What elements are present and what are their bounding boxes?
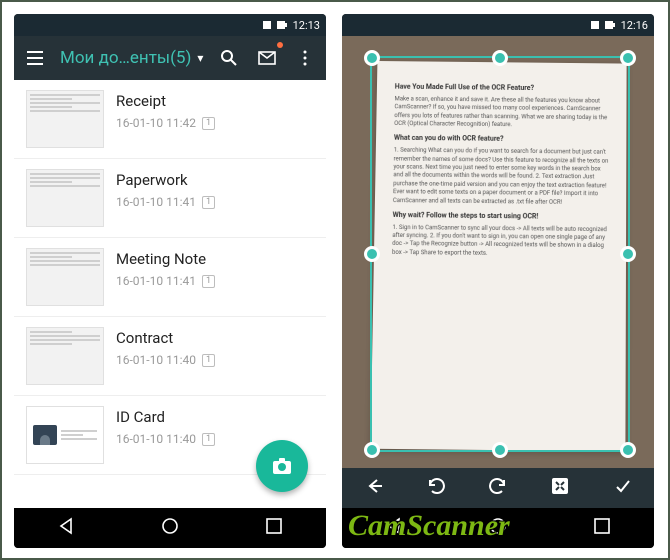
- doc-date: 16-01-10 11:41: [116, 195, 196, 209]
- recents-button[interactable]: [593, 517, 611, 539]
- doc-title: Meeting Note: [116, 250, 314, 268]
- rotate-ccw-icon: [426, 476, 446, 496]
- hamburger-icon: [25, 48, 45, 68]
- status-bar: 12:16: [342, 14, 654, 36]
- rotate-cw-icon: [488, 476, 508, 496]
- back-button[interactable]: [385, 517, 403, 539]
- doc-meta: 16-01-10 11:41 1: [116, 274, 314, 288]
- battery-icon: [277, 19, 289, 31]
- doc-thumbnail: [26, 406, 104, 464]
- envelope-icon: [257, 48, 277, 68]
- doc-meta: 16-01-10 11:40 1: [116, 353, 314, 367]
- phone-crop: 12:16 Have You Made Full Use of the OCR …: [342, 14, 654, 548]
- overflow-button[interactable]: [288, 41, 322, 75]
- status-bar: 12:13: [14, 14, 326, 36]
- home-button[interactable]: [489, 517, 507, 539]
- back-button[interactable]: [363, 476, 383, 500]
- rotate-left-button[interactable]: [426, 476, 446, 500]
- doc-title: Contract: [116, 329, 314, 347]
- scanned-page: Have You Made Full Use of the OCR Featur…: [371, 61, 627, 451]
- list-item[interactable]: Receipt 16-01-10 11:42 1: [14, 80, 326, 159]
- phone-doclist: 12:13 Мои до…енты(5) ▾: [14, 14, 326, 548]
- status-icon: [261, 19, 273, 31]
- page-count-badge: 1: [202, 275, 215, 288]
- back-button[interactable]: [57, 517, 75, 539]
- android-nav-bar: [342, 508, 654, 548]
- list-item[interactable]: Paperwork 16-01-10 11:41 1: [14, 159, 326, 238]
- paper-text: 1. Sign in to CamScanner to sync all you…: [392, 224, 608, 260]
- page-count-badge: 1: [202, 196, 215, 209]
- camera-fab[interactable]: [256, 440, 308, 492]
- menu-button[interactable]: [18, 41, 52, 75]
- crop-toolbar: [342, 468, 654, 508]
- battery-icon: [605, 19, 617, 31]
- paper-heading: Why wait? Follow the steps to start usin…: [393, 211, 609, 223]
- paper-text: Make a scan, enhance it and save it. Are…: [394, 95, 609, 130]
- doc-title: Paperwork: [116, 171, 314, 189]
- search-button[interactable]: [212, 41, 246, 75]
- expand-icon: [550, 476, 570, 496]
- square-recents-icon: [265, 517, 283, 535]
- paper-text: 1. Searching What can you do if you want…: [393, 147, 609, 207]
- doc-meta: 16-01-10 11:42 1: [116, 116, 314, 130]
- page-count-badge: 1: [202, 354, 215, 367]
- list-item[interactable]: Contract 16-01-10 11:40 1: [14, 317, 326, 396]
- page-count-badge: 1: [202, 117, 215, 130]
- doc-title: Receipt: [116, 92, 314, 110]
- dropdown-caret-icon[interactable]: ▾: [197, 51, 203, 65]
- search-icon: [219, 48, 239, 68]
- doc-thumbnail: [26, 327, 104, 385]
- app-bar: Мои до…енты(5) ▾: [14, 36, 326, 80]
- home-button[interactable]: [161, 517, 179, 539]
- confirm-button[interactable]: [613, 476, 633, 500]
- notification-dot-icon: [277, 42, 283, 48]
- doc-thumbnail: [26, 169, 104, 227]
- status-time: 12:13: [293, 19, 320, 32]
- arrow-left-icon: [363, 476, 383, 496]
- paper-heading: What can you do with OCR feature?: [394, 134, 609, 146]
- android-nav-bar: [14, 508, 326, 548]
- square-recents-icon: [593, 517, 611, 535]
- circle-home-icon: [161, 517, 179, 535]
- page-count-badge: 1: [202, 433, 215, 446]
- doc-date: 16-01-10 11:41: [116, 274, 196, 288]
- doc-date: 16-01-10 11:40: [116, 432, 196, 446]
- doc-meta: 16-01-10 11:41 1: [116, 195, 314, 209]
- recents-button[interactable]: [265, 517, 283, 539]
- list-item[interactable]: Meeting Note 16-01-10 11:41 1: [14, 238, 326, 317]
- doc-thumbnail: [26, 90, 104, 148]
- folder-title[interactable]: Мои до…енты(5): [60, 48, 191, 68]
- doc-date: 16-01-10 11:42: [116, 116, 196, 130]
- crop-viewport[interactable]: Have You Made Full Use of the OCR Featur…: [342, 36, 654, 468]
- camera-icon: [270, 454, 294, 478]
- more-vert-icon: [295, 48, 315, 68]
- doc-date: 16-01-10 11:40: [116, 353, 196, 367]
- doc-title: ID Card: [116, 408, 314, 426]
- circle-home-icon: [489, 517, 507, 535]
- check-icon: [613, 476, 633, 496]
- expand-button[interactable]: [550, 476, 570, 500]
- rotate-right-button[interactable]: [488, 476, 508, 500]
- doc-thumbnail: [26, 248, 104, 306]
- status-time: 12:16: [621, 19, 648, 32]
- screenshot-stage: 12:13 Мои до…енты(5) ▾: [0, 0, 670, 560]
- triangle-back-icon: [57, 517, 75, 535]
- inbox-button[interactable]: [250, 41, 284, 75]
- paper-heading: Have You Made Full Use of the OCR Featur…: [395, 83, 609, 95]
- triangle-back-icon: [385, 517, 403, 535]
- status-icon: [589, 19, 601, 31]
